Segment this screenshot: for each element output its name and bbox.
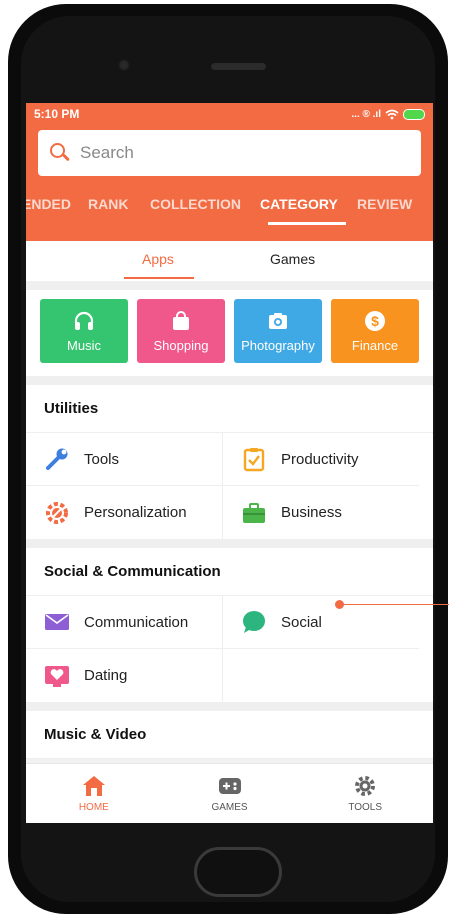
search-icon: [50, 143, 70, 163]
svg-text:$: $: [371, 313, 379, 329]
tile-photography[interactable]: Photography: [234, 299, 322, 363]
camera-icon: [267, 310, 289, 332]
category-tools[interactable]: Tools: [26, 433, 222, 485]
home-hardware-button[interactable]: [194, 847, 282, 897]
category-label: Personalization: [84, 504, 187, 521]
heart-screen-icon: [44, 663, 70, 689]
section-title-social: Social & Communication: [26, 548, 433, 596]
tab-recommended[interactable]: ENDED: [26, 182, 71, 226]
status-icons: ... ® .ıl: [351, 108, 425, 120]
envelope-icon: [44, 609, 70, 635]
nav-label: HOME: [78, 802, 109, 813]
front-camera: [118, 59, 130, 71]
headphones-icon: [73, 310, 95, 332]
chat-bubble-icon: [241, 609, 267, 635]
nav-label: GAMES: [211, 802, 248, 813]
category-tabs: ENDED RANK COLLECTION CATEGORY REVIEW: [26, 182, 421, 232]
tile-music[interactable]: Music: [40, 299, 128, 363]
divider: [26, 281, 433, 290]
nav-label: TOOLS: [348, 802, 383, 813]
nav-home[interactable]: HOME: [26, 764, 162, 823]
tile-shopping[interactable]: Shopping: [137, 299, 225, 363]
category-communication[interactable]: Communication: [26, 596, 222, 648]
section-title-utilities: Utilities: [26, 385, 433, 433]
tile-label: Shopping: [153, 337, 209, 353]
category-label: Tools: [84, 450, 120, 468]
category-label: Communication: [84, 613, 189, 631]
subtabs: Apps Games: [26, 241, 433, 281]
wifi-icon: [385, 109, 399, 119]
tab-rank[interactable]: RANK: [88, 182, 128, 226]
nav-games[interactable]: GAMES: [162, 764, 298, 823]
tile-label: Music: [67, 337, 101, 353]
earpiece-speaker: [211, 63, 266, 70]
bottom-navigation: HOME GAMES TOOLS: [26, 763, 433, 823]
app-header: Search ENDED RANK COLLECTION CATEGORY RE…: [26, 125, 433, 241]
status-bar: 5:10 PM ... ® .ıl: [26, 103, 433, 125]
callout-line: [343, 604, 449, 605]
status-time: 5:10 PM: [34, 107, 80, 121]
tile-label: Photography: [241, 337, 315, 353]
category-label: Social: [281, 613, 322, 631]
subtab-apps[interactable]: Apps: [142, 241, 174, 281]
grid-row: Personalization Business: [26, 486, 419, 539]
divider: [26, 702, 433, 711]
home-icon: [82, 776, 105, 796]
tab-category[interactable]: CATEGORY: [260, 182, 338, 226]
clipboard-check-icon: [241, 446, 267, 472]
gamepad-icon: [218, 778, 241, 794]
divider: [26, 539, 433, 548]
featured-categories: Music Shopping Photography $ Finance: [26, 290, 433, 376]
category-label: Dating: [84, 667, 128, 684]
subtab-active-indicator: [124, 277, 194, 279]
category-label: Productivity: [281, 450, 359, 468]
search-bar[interactable]: Search: [38, 130, 421, 176]
tile-label: Finance: [351, 337, 399, 353]
shopping-bag-icon: [170, 310, 192, 332]
category-label: Business: [281, 504, 342, 521]
grid-row: Dating: [26, 649, 419, 702]
briefcase-icon: [241, 500, 267, 526]
tab-review[interactable]: REVIEW: [357, 182, 412, 226]
app-screen: 5:10 PM ... ® .ıl Search ENDED RANK COLL…: [26, 103, 433, 823]
wrench-icon: [44, 446, 70, 472]
gear-icon: [355, 776, 376, 796]
battery-icon: [403, 108, 425, 120]
tile-finance[interactable]: $ Finance: [331, 299, 419, 363]
grid-row: Tools Productivity: [26, 433, 419, 486]
social-grid: Communication Social Dating: [26, 596, 433, 702]
nav-tools[interactable]: TOOLS: [297, 764, 433, 823]
tab-collection[interactable]: COLLECTION: [150, 182, 241, 226]
search-placeholder: Search: [80, 143, 134, 162]
category-dating[interactable]: Dating: [26, 649, 222, 702]
section-title-music-video: Music & Video: [26, 711, 433, 759]
category-personalization[interactable]: Personalization: [26, 486, 222, 539]
tab-active-indicator: [268, 222, 346, 225]
divider: [26, 376, 433, 385]
utilities-grid: Tools Productivity Personalization Busin…: [26, 433, 433, 539]
palette-gear-icon: [44, 500, 70, 526]
category-business[interactable]: Business: [222, 486, 419, 539]
subtab-games[interactable]: Games: [270, 241, 315, 281]
dollar-icon: $: [364, 310, 386, 332]
status-indicators: ... ® .ıl: [351, 108, 381, 120]
empty-cell: [222, 649, 419, 702]
category-productivity[interactable]: Productivity: [222, 433, 419, 485]
